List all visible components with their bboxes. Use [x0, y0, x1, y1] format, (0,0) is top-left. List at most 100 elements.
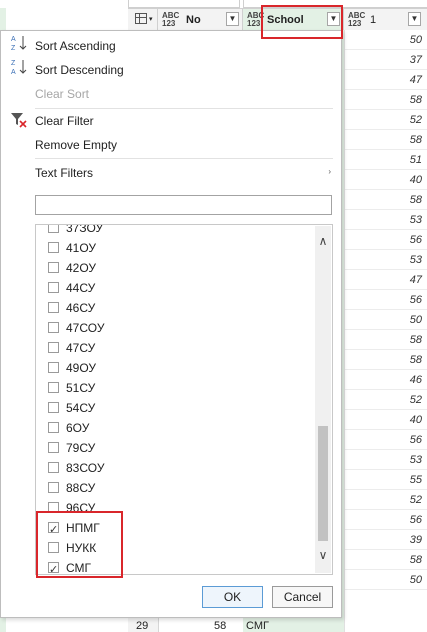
cell-value[interactable]: 56: [345, 230, 427, 250]
sort-descending-item[interactable]: Sort Descending: [35, 63, 124, 77]
cell-value[interactable]: 37: [345, 50, 427, 70]
sort-ascending-icon: AZ: [10, 34, 28, 52]
cell-value[interactable]: 58: [345, 190, 427, 210]
table-menu-header[interactable]: ▾: [128, 9, 158, 31]
filter-item-label: 46СУ: [66, 301, 96, 315]
svg-text:Z: Z: [11, 45, 16, 52]
checkbox[interactable]: [48, 462, 59, 473]
checkbox[interactable]: [48, 225, 59, 233]
remove-empty-item[interactable]: Remove Empty: [35, 138, 117, 152]
chevron-down-icon: ▼: [228, 14, 237, 23]
filter-item-label: 47СУ: [66, 341, 96, 355]
table-icon[interactable]: [135, 13, 147, 24]
checkbox[interactable]: [48, 442, 59, 453]
checkbox[interactable]: [48, 482, 59, 493]
filter-item-label: 47СОУ: [66, 321, 105, 335]
filter-search-input[interactable]: [35, 195, 332, 215]
clear-sort-item[interactable]: Clear Sort: [35, 87, 89, 101]
chevron-down-icon: ▾: [149, 16, 153, 23]
svg-text:A: A: [11, 69, 16, 76]
sort-ascending-item[interactable]: Sort Ascending: [35, 39, 116, 53]
column-header-1[interactable]: ABC 123 1 ▼: [344, 9, 427, 31]
filter-dropdown-1[interactable]: ▼: [408, 12, 421, 26]
checkbox[interactable]: [48, 402, 59, 413]
filter-item-label: 83СОУ: [66, 461, 105, 475]
cell-value[interactable]: 58: [345, 550, 427, 570]
highlight-selected-items: [36, 511, 123, 578]
type-any-icon[interactable]: ABC 123: [348, 12, 365, 28]
cell-value[interactable]: 51: [345, 150, 427, 170]
chevron-down-icon: ▼: [410, 14, 419, 23]
filter-dropdown-no[interactable]: ▼: [226, 12, 239, 26]
ok-button[interactable]: OK: [202, 586, 263, 608]
filter-item-label: 79СУ: [66, 441, 96, 455]
table-row[interactable]: 29 58 СМГ: [128, 620, 344, 632]
formula-box-left: [128, 0, 240, 8]
column-name-no: No: [186, 14, 201, 26]
filter-item-label: 41ОУ: [66, 241, 97, 255]
scroll-up-arrow-icon[interactable]: ∧: [315, 232, 331, 250]
cell-no: 58: [214, 620, 227, 632]
checkbox[interactable]: [48, 282, 59, 293]
cell-value[interactable]: 58: [345, 90, 427, 110]
filter-item-label: 42ОУ: [66, 261, 97, 275]
cell-value[interactable]: 58: [345, 130, 427, 150]
list-scrollbar[interactable]: ∧ ∨: [315, 226, 331, 573]
cell-value[interactable]: 46: [345, 370, 427, 390]
cell-value[interactable]: 47: [345, 270, 427, 290]
filter-item-label: 88СУ: [66, 481, 96, 495]
checkbox[interactable]: [48, 342, 59, 353]
cell-value[interactable]: 58: [345, 350, 427, 370]
filter-item-label: 37ЗОУ: [66, 224, 104, 235]
column-1-values: 50 37 47 58 52 58 51 40 58 53 56 53 47 56 50 58 58 46 52 40…: [344, 30, 427, 632]
filter-item-label: 49ОУ: [66, 361, 97, 375]
clear-filter-icon: [10, 111, 28, 129]
cell-value[interactable]: 52: [345, 110, 427, 130]
cell-value[interactable]: 50: [345, 310, 427, 330]
row-index: 29: [136, 620, 149, 632]
checkbox[interactable]: [48, 242, 59, 253]
scrollbar-thumb[interactable]: [318, 426, 328, 541]
cell-value[interactable]: 56: [345, 430, 427, 450]
cell-value[interactable]: 53: [345, 250, 427, 270]
cell-value[interactable]: 52: [345, 390, 427, 410]
menu-divider: [35, 108, 333, 109]
filter-item-label: 44СУ: [66, 281, 96, 295]
scroll-down-arrow-icon[interactable]: ∨: [315, 546, 331, 564]
cell-value[interactable]: 53: [345, 210, 427, 230]
checkbox[interactable]: [48, 382, 59, 393]
menu-divider: [35, 158, 333, 159]
checkbox[interactable]: [48, 422, 59, 433]
checkbox[interactable]: [48, 362, 59, 373]
checkbox[interactable]: [48, 262, 59, 273]
cell-value[interactable]: 56: [345, 290, 427, 310]
cell-value[interactable]: 53: [345, 450, 427, 470]
cell-value[interactable]: 40: [345, 410, 427, 430]
sort-descending-icon: ZA: [10, 58, 28, 76]
cell-school: СМГ: [246, 620, 269, 632]
cell-value[interactable]: 55: [345, 470, 427, 490]
power-query-editor: ▾ ABC 123 No ▼ ABC 123 School ▼ ABC 123 1 ▼…: [0, 0, 427, 632]
cell-value[interactable]: 39: [345, 530, 427, 550]
cell-value[interactable]: 40: [345, 170, 427, 190]
filter-item-label: 51СУ: [66, 381, 96, 395]
checkbox[interactable]: [48, 322, 59, 333]
filter-item-label: 54СУ: [66, 401, 96, 415]
clear-filter-item[interactable]: Clear Filter: [35, 114, 94, 128]
cell-value[interactable]: 50: [345, 30, 427, 50]
checkbox[interactable]: [48, 302, 59, 313]
cell-value[interactable]: 56: [345, 510, 427, 530]
cell-value[interactable]: 47: [345, 70, 427, 90]
type-any-icon[interactable]: ABC 123: [162, 12, 179, 28]
text-filters-item[interactable]: Text Filters: [35, 166, 93, 180]
cell-value[interactable]: 52: [345, 490, 427, 510]
cancel-button[interactable]: Cancel: [272, 586, 333, 608]
top-strip: [0, 0, 427, 8]
svg-text:A: A: [11, 36, 16, 43]
cell-value[interactable]: 58: [345, 330, 427, 350]
highlight-school-header: [261, 5, 343, 39]
chevron-right-icon: ›: [328, 167, 331, 176]
cell-value[interactable]: 50: [345, 570, 427, 590]
column-header-no[interactable]: ABC 123 No ▼: [158, 9, 243, 31]
svg-text:Z: Z: [11, 60, 16, 67]
